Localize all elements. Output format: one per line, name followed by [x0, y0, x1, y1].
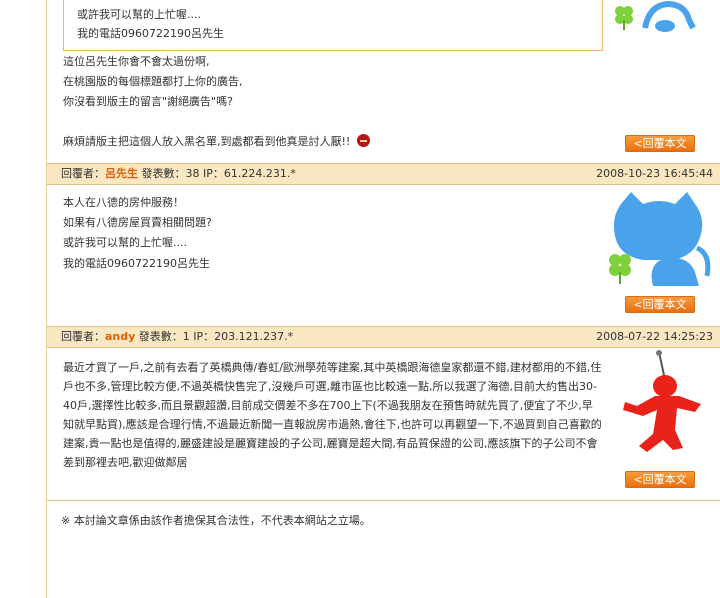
quote-line: 我的電話0960722190呂先生 — [77, 27, 224, 40]
post-line: 你沒看到版主的留言"謝絕廣告"嗎? — [63, 95, 233, 108]
avatar — [623, 350, 701, 452]
post-date: 2008-10-23 16:45:44 — [596, 167, 713, 180]
angry-emoticon-icon — [357, 134, 370, 147]
reply-post-1: 或許我可以幫的上忙喔.... 我的電話0960722190呂先生 這位呂先生你會… — [47, 0, 720, 160]
quote-line: 或許我可以幫的上忙喔.... — [77, 8, 201, 21]
author-link[interactable]: 呂先生 — [105, 167, 138, 180]
disclaimer-text: ※ 本討論文章係由該作者擔保其合法性，不代表本網站之立場。 — [61, 514, 371, 527]
reply-meta: 回覆者：andy 發表數：1 IP：203.121.237.* — [61, 327, 293, 347]
reply-prefix: 回覆者： — [61, 330, 105, 343]
disclaimer: ※ 本討論文章係由該作者擔保其合法性，不代表本網站之立場。 — [47, 500, 720, 537]
reply-header: 回覆者：andy 發表數：1 IP：203.121.237.* 2008-07-… — [47, 326, 720, 348]
quoted-text: 或許我可以幫的上忙喔.... 我的電話0960722190呂先生 — [63, 0, 603, 51]
forum-thread: 或許我可以幫的上忙喔.... 我的電話0960722190呂先生 這位呂先生你會… — [46, 0, 720, 598]
avatar — [609, 192, 711, 286]
avatar — [615, 0, 696, 32]
reply-header: 回覆者：呂先生 發表數：38 IP：61.224.231.* 2008-10-2… — [47, 163, 720, 185]
post-line: 麻煩請版主把這個人放入黑名單,到處都看到他真是討人厭!! — [63, 135, 351, 148]
post-line: 我的電話0960722190呂先生 — [63, 257, 210, 270]
reply-stats: 發表數：1 IP：203.121.237.* — [135, 330, 294, 343]
reply-stats: 發表數：38 IP：61.224.231.* — [138, 167, 296, 180]
clover-icon — [615, 6, 633, 30]
post-body: 最近才買了一戶,之前有去看了英橋典傳/春虹/歐洲學苑等建案,其中英橋跟海德皇家都… — [63, 361, 602, 469]
author-link[interactable]: andy — [105, 330, 135, 343]
post-line: 如果有八德房屋買賣相關問題? — [63, 216, 212, 229]
reply-button[interactable]: <回覆本文 — [625, 296, 695, 313]
post-line: 本人在八德的房仲服務！ — [63, 196, 184, 209]
reply-meta: 回覆者：呂先生 發表數：38 IP：61.224.231.* — [61, 164, 296, 184]
clover-icon — [609, 254, 631, 284]
post-date: 2008-07-22 14:25:23 — [596, 330, 713, 343]
post-line: 在桃園版的每個標題都打上你的廣告, — [63, 75, 243, 88]
reply-button[interactable]: <回覆本文 — [625, 135, 695, 152]
post-line: 這位呂先生你會不會太過份啊, — [63, 55, 210, 68]
post-line: 或許我可以幫的上忙喔.... — [63, 236, 187, 249]
reply-prefix: 回覆者： — [61, 167, 105, 180]
reply-button[interactable]: <回覆本文 — [625, 471, 695, 488]
